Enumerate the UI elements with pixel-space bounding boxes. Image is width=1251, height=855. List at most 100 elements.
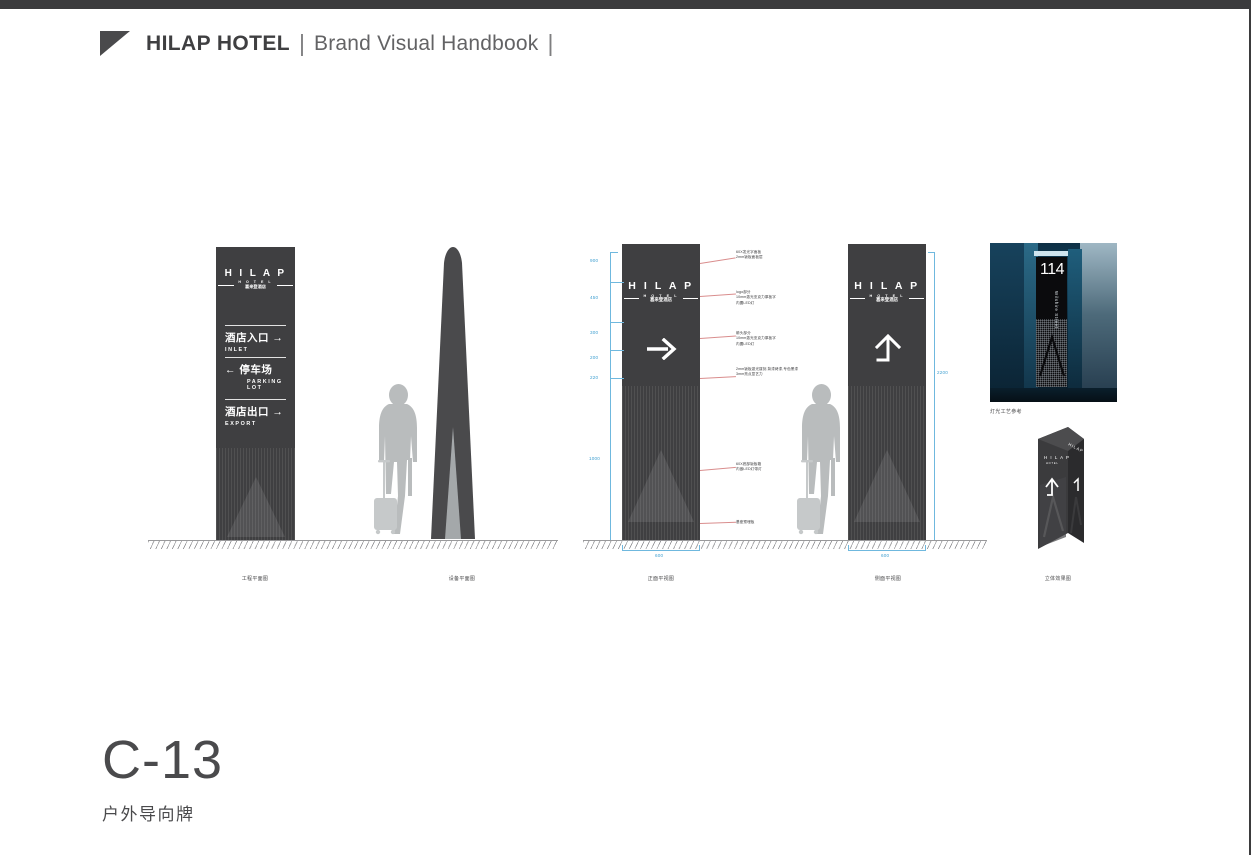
mountain-motif (226, 477, 285, 537)
dim-width-line (848, 550, 926, 551)
caption-side-elevation: 侧面平视图 (874, 576, 902, 582)
arrow-right-icon (647, 338, 677, 360)
flag-triangle-icon (100, 30, 130, 56)
brand-name: HILAP HOTEL (146, 31, 291, 55)
logo-sub-cn: 喜来登酒店 (245, 283, 266, 289)
header-separator-2: | (547, 30, 554, 56)
logo-rule-group: H O T E L 喜来登酒店 (216, 280, 295, 289)
page-number-block: C-13 户外导向牌 (102, 733, 223, 825)
dim-value: 300 (590, 330, 599, 335)
page-section-title: 户外导向牌 (102, 805, 195, 824)
header-separator-1: | (299, 30, 306, 56)
dim-value: 450 (590, 295, 599, 300)
logo-sub-cn: 喜来登酒店 (650, 296, 672, 302)
leader-line (699, 293, 736, 297)
directory-row-en: EXPORT (225, 421, 257, 427)
dim-chain-vertical (610, 252, 611, 540)
isometric-render: H I L A P HOTEL HILAP (1038, 427, 1085, 549)
callout-note: 60X发光字面板 2mm钣板面板层 (736, 250, 763, 260)
caption-render: 立体效果图 (1044, 576, 1072, 582)
logo-sublabel: H O T E L 喜来登酒店 (238, 280, 272, 289)
dim-width-line (622, 550, 700, 551)
obelisk-sign-silhouette (431, 247, 475, 539)
leader-line (699, 376, 736, 379)
top-bar (0, 0, 1251, 9)
page-header: HILAP HOTEL | Brand Visual Handbook | (100, 30, 562, 57)
photo-mountain-motif (1039, 333, 1065, 377)
photo-sign-number: 114 (1040, 261, 1065, 278)
dim-tick (610, 322, 624, 323)
side-elevation-sign: H I L A P H O T E L 喜来登酒店 (848, 244, 926, 540)
dim-tick (928, 252, 935, 253)
photo-glass-panel (1068, 249, 1082, 402)
dim-height-value: 2200 (937, 370, 949, 375)
photo-right-wall (1080, 243, 1117, 402)
callout-note: 箭头部分 10mm激光亚克力厚板字 内置LED灯 (736, 331, 776, 346)
page-number: C-13 (102, 730, 224, 790)
leader-line (699, 335, 736, 339)
directory-row-cn: 酒店出口 → (225, 406, 284, 418)
logo-rule-left (218, 284, 235, 286)
leader-line (699, 521, 736, 524)
mountain-motif (854, 450, 920, 522)
sign-divider-2 (225, 357, 286, 358)
directory-row-en: INLET (225, 347, 249, 353)
caption-photo-reference: 灯光工艺参考 (990, 409, 1022, 415)
dim-height-line (934, 252, 935, 540)
callout-note: logo部分 10mm激光亚克力厚板字 内置LED灯 (736, 290, 776, 305)
logo-rule-left (850, 297, 866, 299)
sign-divider-1 (225, 325, 286, 326)
sign-logo-lockup: H I L A P H O T E L 喜来登酒店 (216, 268, 295, 289)
handbook-page: HILAP HOTEL | Brand Visual Handbook | H … (0, 0, 1251, 855)
caption-front-elevation: 正面平视图 (647, 576, 675, 582)
directory-row-parking: ← 停车场 PARKING LOT (225, 362, 286, 391)
dim-value: 200 (590, 355, 599, 360)
svg-text:HOTEL: HOTEL (1046, 461, 1059, 465)
dim-width-value: 600 (881, 553, 890, 558)
caption-scale-view: 设备平面图 (448, 576, 476, 582)
logo-sub-cn: 喜来登酒店 (876, 296, 898, 302)
callout-note: 2mm钣板激光镂刻,背漆烤漆,专色黑漆 3mm亮点显艺力 (736, 367, 799, 377)
callout-note: 60X底部钣板箱 内嵌LED灯带灯 (736, 462, 762, 472)
dim-value: 1000 (589, 456, 601, 461)
sign-logo-lockup: H I L A P H O T E L 喜来登酒店 (622, 280, 700, 303)
person-silhouette-left (374, 384, 417, 535)
directory-row-export: 酒店出口 → EXPORT (225, 404, 286, 427)
person-silhouette-right (797, 384, 840, 535)
photo-sign-panel: 114 Wilshire Street (1036, 257, 1067, 387)
handbook-subtitle: Brand Visual Handbook (314, 31, 539, 55)
dim-tick (610, 282, 624, 283)
directory-row-en: PARKING LOT (247, 379, 283, 391)
dim-width-value: 600 (655, 553, 664, 558)
logo-rule-right (276, 284, 293, 286)
leader-line (699, 466, 736, 471)
logo-sublabel: H O T E L 喜来登酒店 (869, 294, 904, 303)
logo-rule-group: H O T E L 喜来登酒店 (848, 294, 926, 303)
logo-sublabel: H O T E L 喜来登酒店 (643, 294, 678, 303)
arrow-up-turn-icon (874, 334, 902, 362)
photo-ground (990, 388, 1117, 402)
dim-value: 900 (590, 258, 599, 263)
ground-line-left (148, 540, 558, 549)
front-elevation-sign: H I L A P H O T E L 喜来登酒店 (622, 244, 700, 540)
directory-row-cn: ← 停车场 (225, 364, 273, 376)
dim-tick (610, 350, 624, 351)
directory-row-cn: 酒店入口 → (225, 332, 284, 344)
sign-logo-lockup: H I L A P H O T E L 喜来登酒店 (848, 280, 926, 303)
dim-tick (610, 252, 618, 253)
directory-sign-elevation: H I L A P H O T E L 喜来登酒店 酒店入口 → INLET ←… (216, 247, 295, 540)
dim-value: 220 (590, 375, 599, 380)
directory-row-inlet: 酒店入口 → INLET (225, 330, 286, 353)
sign-divider-3 (225, 399, 286, 400)
dim-tick (610, 378, 624, 379)
logo-rule-left (624, 297, 640, 299)
logo-rule-right (908, 297, 924, 299)
photo-light-bar (1034, 251, 1068, 256)
leader-line (699, 257, 736, 264)
logo-wordmark: H I L A P (628, 280, 694, 292)
logo-rule-group: H O T E L 喜来登酒店 (622, 294, 700, 303)
logo-rule-right (682, 297, 698, 299)
photo-left-facade (990, 243, 1024, 402)
lighting-reference-photo: 114 Wilshire Street (990, 243, 1117, 402)
callout-note: 基座预埋板 (736, 520, 755, 524)
